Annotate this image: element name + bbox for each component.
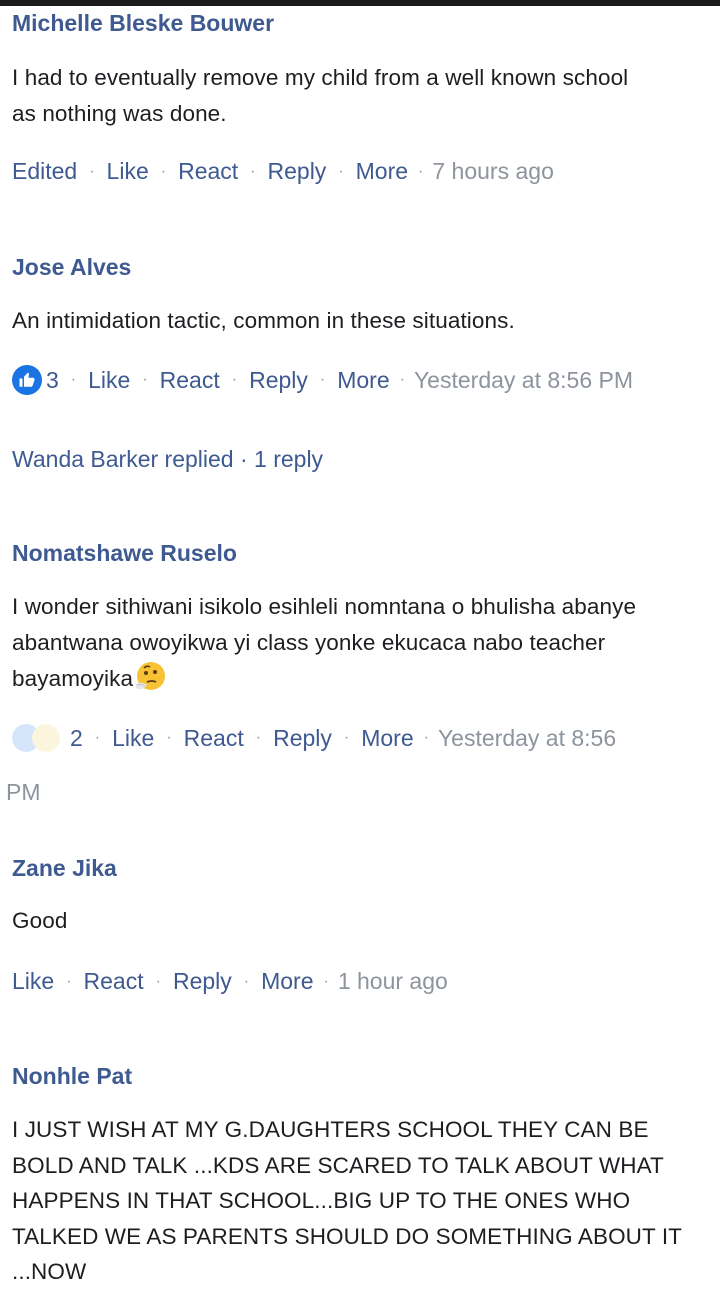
reply-button[interactable]: Reply (173, 968, 232, 995)
separator-dot: · (66, 972, 72, 990)
more-button[interactable]: More (361, 725, 413, 752)
edited-label[interactable]: Edited (12, 158, 77, 185)
like-button[interactable]: Like (112, 725, 154, 752)
comment-body: I JUST WISH AT MY G.DAUGHTERS SCHOOL THE… (12, 1112, 682, 1290)
reply-button[interactable]: Reply (273, 725, 332, 752)
separator-dot: · (250, 162, 256, 180)
more-button[interactable]: More (261, 968, 313, 995)
comment-text-line: I wonder sithiwani isikolo esihleli nomn… (12, 594, 637, 619)
reaction-count[interactable]: 2 (70, 725, 83, 752)
like-button[interactable]: Like (107, 158, 149, 185)
like-button[interactable]: Like (12, 968, 54, 995)
comment-text-line: I had to eventually remove my child from… (12, 65, 629, 90)
separator-dot: · (399, 371, 405, 388)
separator-dot: · (142, 371, 148, 388)
comment-timestamp: 1 hour ago (337, 968, 448, 994)
comment-text-line: bayamoyika (12, 666, 134, 691)
thumbs-up-icon[interactable] (12, 365, 42, 395)
comment-author[interactable]: Michelle Bleske Bouwer (12, 10, 274, 37)
like-button[interactable]: Like (88, 367, 130, 394)
more-button[interactable]: More (356, 158, 408, 185)
reactions-icon[interactable] (12, 724, 60, 752)
comment-text-line: as nothing was done. (12, 100, 227, 126)
separator-dot: · (423, 729, 429, 746)
separator-dot: · (89, 162, 95, 180)
separator-dot: · (338, 162, 344, 180)
separator-dot: · (166, 729, 172, 746)
reaction-count[interactable]: 3 (46, 367, 59, 394)
comment-text-line: An intimidation tactic, common in these … (12, 308, 515, 333)
separator-dot: · (231, 371, 238, 388)
comment-actions: Like · React · Reply · More · 1 hour ago (12, 968, 448, 995)
top-status-strip (0, 0, 720, 6)
separator-dot: · (319, 371, 326, 388)
comment-timestamp: Yesterday at 8:56 (437, 724, 617, 751)
comment-text-line: I JUST WISH AT MY G.DAUGHTERS SCHOOL THE… (12, 1117, 649, 1142)
separator-dot: · (323, 972, 329, 990)
comment-actions: 2 · Like · React · Reply · More · Yester… (12, 724, 616, 752)
react-button[interactable]: React (178, 158, 238, 185)
comment-text-line: abantwana owoyikwa yi class yonke ekucac… (12, 629, 606, 655)
comment-body: Good (12, 903, 67, 939)
separator-dot: · (155, 972, 161, 990)
comment-timestamp: Yesterday at 8:56 PM (413, 366, 634, 393)
comment-text-line-with-emoji: bayamoyika (12, 660, 636, 697)
separator-dot: · (343, 729, 350, 746)
separator-dot: · (94, 729, 101, 746)
reply-button[interactable]: Reply (268, 158, 327, 185)
comment-author[interactable]: Jose Alves (12, 254, 131, 281)
reply-button[interactable]: Reply (249, 367, 308, 394)
comment-author[interactable]: Zane Jika (12, 855, 117, 882)
react-button[interactable]: React (84, 968, 144, 995)
comment-text-line: ...NOW (12, 1259, 87, 1284)
more-button[interactable]: More (337, 367, 389, 394)
comment-actions: 3 · Like · React · Reply · More · Yester… (12, 365, 633, 395)
comment-text-line: BOLD AND TALK ...KDS ARE SCARED TO TALK … (12, 1152, 664, 1178)
comment-body: I wonder sithiwani isikolo esihleli nomn… (12, 589, 636, 697)
react-button[interactable]: React (184, 725, 244, 752)
comment-timestamp: 7 hours ago (432, 158, 554, 184)
separator-dot: · (243, 972, 250, 990)
react-button[interactable]: React (160, 367, 220, 394)
comment-text-line: HAPPENS IN THAT SCHOOL...BIG UP TO THE O… (12, 1188, 631, 1213)
thinking-face-emoji (133, 660, 167, 694)
view-replies-link[interactable]: Wanda Barker replied · 1 reply (12, 446, 323, 473)
comment-timestamp-continued: PM (6, 779, 41, 805)
comment-body: I had to eventually remove my child from… (12, 60, 628, 131)
comment-text-line: Good (12, 908, 68, 933)
separator-dot: · (70, 371, 77, 388)
comment-body: An intimidation tactic, common in these … (12, 303, 515, 339)
separator-dot: · (255, 729, 262, 746)
comment-actions: Edited · Like · React · Reply · More · 7… (12, 158, 554, 185)
separator-dot: · (160, 162, 167, 180)
separator-dot: · (418, 162, 424, 180)
comment-author[interactable]: Nonhle Pat (12, 1063, 132, 1090)
comment-author[interactable]: Nomatshawe Ruselo (12, 540, 237, 567)
comment-text-line: TALKED WE AS PARENTS SHOULD DO SOMETHING… (12, 1223, 683, 1249)
